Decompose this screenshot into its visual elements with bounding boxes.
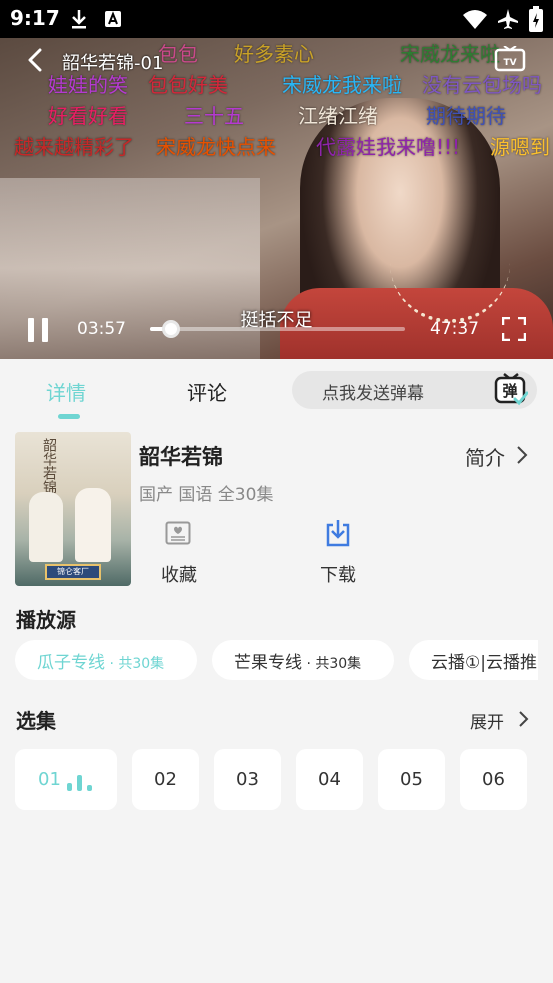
episodes-title: 选集 — [16, 709, 56, 733]
show-meta: 国产 国语 全30集 — [139, 485, 274, 505]
download-notification-icon — [72, 10, 86, 29]
danmaku-input[interactable]: 点我发送弹幕 弹 — [292, 371, 537, 409]
chevron-right-icon[interactable] — [514, 445, 530, 465]
danmaku-comment: 包包 — [158, 42, 198, 66]
source-chip-guazi[interactable]: 瓜子专线 · 共30集 — [15, 640, 197, 680]
poster-badge: 锦仑客厂 — [45, 564, 101, 580]
pause-icon — [28, 318, 34, 342]
episode-button-04[interactable]: 04 — [296, 749, 363, 810]
episode-button-03[interactable]: 03 — [214, 749, 281, 810]
back-arrow-icon[interactable] — [24, 48, 48, 72]
tab-comment[interactable]: 评论 — [187, 377, 227, 406]
status-bar: 9:17 — [0, 0, 553, 38]
source-chip-mango[interactable]: 芒果专线 · 共30集 — [212, 640, 394, 680]
danmaku-comment: 江绪江绪 — [298, 104, 378, 128]
cast-tv-icon[interactable]: TV — [494, 46, 526, 74]
chevron-right-icon[interactable] — [517, 710, 529, 728]
danmaku-input-placeholder: 点我发送弹幕 — [322, 384, 424, 404]
source-chip-yunbo[interactable]: 云播①|云播推 — [409, 640, 538, 680]
app-notification-icon — [105, 11, 121, 27]
progress-bar[interactable] — [150, 320, 405, 338]
favorite-label[interactable]: 收藏 — [161, 561, 197, 587]
show-title: 韶华若锦 — [139, 445, 223, 469]
episode-button-02[interactable]: 02 — [132, 749, 199, 810]
total-time: 47:37 — [430, 319, 479, 339]
intro-link[interactable]: 简介 — [465, 442, 505, 471]
wifi-icon — [463, 10, 487, 29]
sources-title: 播放源 — [16, 608, 76, 632]
episode-button-01[interactable]: 01 — [15, 749, 117, 810]
danmaku-comment: 宋威龙来啦 — [400, 42, 500, 66]
current-time: 03:57 — [77, 319, 126, 339]
status-time: 9:17 — [10, 6, 60, 30]
danmaku-comment: 三十五 — [184, 104, 244, 128]
danmaku-comment: 好看好看 — [48, 104, 128, 128]
svg-text:TV: TV — [503, 58, 516, 68]
episode-button-06[interactable]: 06 — [460, 749, 527, 810]
poster-title: 韶华若锦 — [41, 438, 57, 494]
episode-button-05[interactable]: 05 — [378, 749, 445, 810]
danmaku-comment: 期待期待 — [426, 104, 506, 128]
source-list: 瓜子专线 · 共30集 芒果专线 · 共30集 云播①|云播推 — [15, 640, 538, 680]
pause-button[interactable] — [28, 318, 50, 342]
favorite-icon[interactable] — [165, 521, 191, 545]
detail-tabs-row: 详情 评论 点我发送弹幕 弹 — [0, 359, 553, 421]
danmaku-toggle-icon[interactable]: 弹 — [494, 373, 528, 407]
danmaku-comment: 越来越精彩了 — [14, 135, 134, 159]
download-icon[interactable] — [325, 519, 351, 547]
video-player[interactable]: 包包 好多素心 宋威龙来啦 娃娃的笑 包包好美 宋威龙我来啦 没有云包场吗 好看… — [0, 38, 553, 359]
battery-icon — [529, 6, 543, 32]
danmaku-comment: 代露娃我来噜!!! — [316, 135, 461, 159]
tab-detail[interactable]: 详情 — [46, 377, 86, 406]
video-title: 韶华若锦-01 — [62, 53, 164, 74]
danmaku-comment: 宋威龙我来啦 — [282, 73, 402, 97]
svg-text:弹: 弹 — [502, 382, 517, 400]
danmaku-comment: 宋威龙快点来 — [156, 135, 276, 159]
expand-link[interactable]: 展开 — [470, 708, 504, 733]
airplane-mode-icon — [498, 9, 518, 29]
danmaku-comment: 好多素心 — [234, 42, 314, 66]
show-poster[interactable]: 韶华若锦 锦仑客厂 — [15, 432, 131, 586]
playing-indicator-icon — [67, 775, 93, 791]
fullscreen-icon[interactable] — [502, 317, 526, 341]
download-label[interactable]: 下载 — [320, 561, 356, 587]
danmaku-comment: 源嗯到 — [490, 135, 550, 159]
tab-active-indicator — [58, 414, 80, 419]
